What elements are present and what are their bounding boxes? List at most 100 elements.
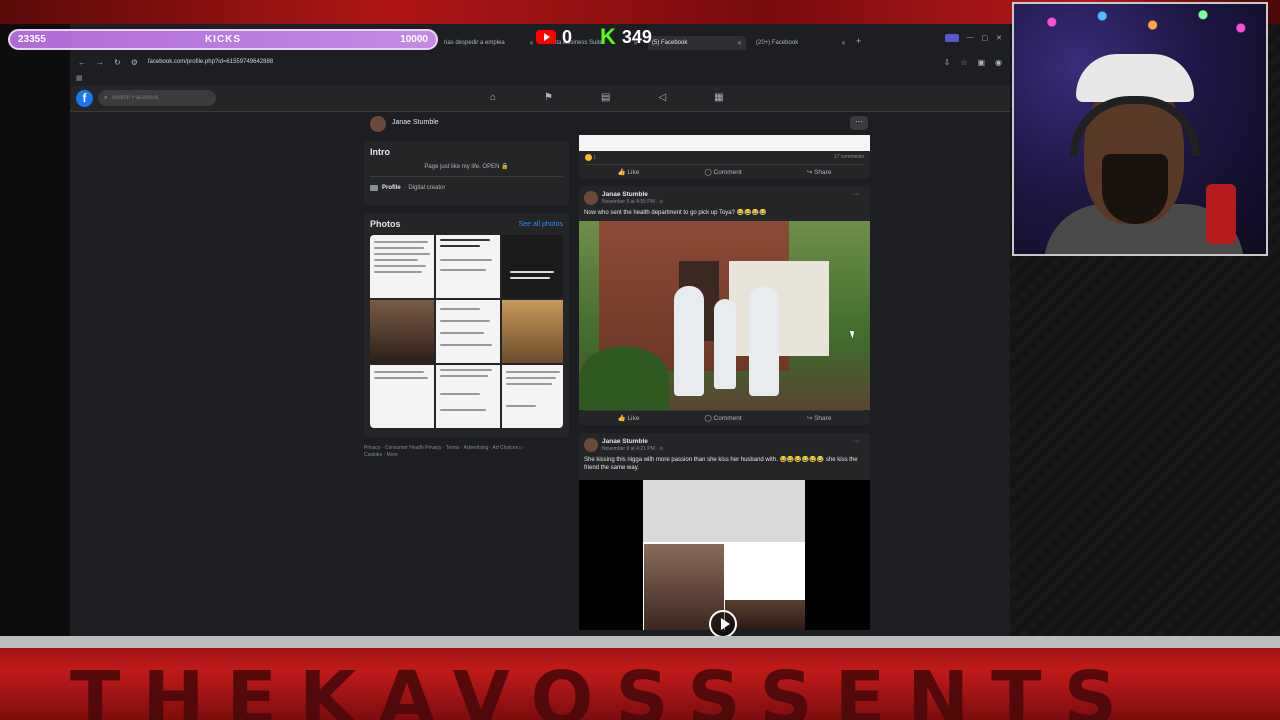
photo-thumbnail[interactable] xyxy=(502,365,563,428)
kick-icon: K xyxy=(600,24,616,49)
close-icon[interactable]: ✕ xyxy=(529,40,534,47)
new-tab-icon[interactable]: + xyxy=(856,36,861,50)
avatar[interactable] xyxy=(370,116,386,132)
apps-grid-icon[interactable]: ▦ xyxy=(76,74,83,82)
photo-thumbnail[interactable] xyxy=(502,235,563,298)
browser-tab[interactable]: rias despedir a emplea ✕ xyxy=(440,36,538,50)
footer-line[interactable]: Privacy · Consumer Health Privacy · Term… xyxy=(364,445,569,452)
posts-feed: 1 17 comments 👍 Like ◯ Comment ↪ Share J… xyxy=(579,135,870,636)
post-video[interactable] xyxy=(579,480,870,636)
forward-icon[interactable]: → xyxy=(96,58,104,67)
extensions-icon[interactable]: ▣ xyxy=(977,58,985,67)
like-icon: 👍 xyxy=(617,415,626,422)
kicks-goal-bar: 23355 KICKS 10000 xyxy=(8,29,438,50)
share-button[interactable]: ↪ Share xyxy=(807,414,832,422)
close-window-icon[interactable]: ✕ xyxy=(996,34,1002,42)
photo-thumbnail[interactable] xyxy=(370,300,434,363)
photo-thumbnail[interactable] xyxy=(370,235,434,298)
browser-tab-active[interactable]: (5) Facebook ✕ xyxy=(648,36,746,50)
intro-title: Intro xyxy=(370,147,390,157)
avatar[interactable] xyxy=(584,438,598,452)
post-text: She kissing this nigga with more passion… xyxy=(584,457,858,471)
maximize-icon[interactable]: ▢ xyxy=(982,34,989,42)
headset-icon xyxy=(1070,96,1200,156)
like-button[interactable]: 👍 Like xyxy=(618,168,640,176)
search-box[interactable]: ⌕ xyxy=(98,90,216,106)
profile-icon[interactable]: ◉ xyxy=(995,58,1002,67)
post-image[interactable] xyxy=(579,221,870,410)
more-options-button[interactable]: ··· xyxy=(850,116,868,130)
hazmat-figure xyxy=(749,286,779,396)
briefcase-icon xyxy=(370,185,378,191)
site-info-icon[interactable]: ⚙ xyxy=(131,58,138,67)
megaphone-icon[interactable]: ◁ xyxy=(658,92,666,103)
post-card: 1 17 comments 👍 Like ◯ Comment ↪ Share xyxy=(579,135,870,178)
post-timestamp[interactable]: November 9 at 4:21 PM · ⊙ xyxy=(602,446,663,452)
intro-category: Profile · Digital creator xyxy=(370,185,563,191)
footer-line[interactable]: Cookies · More xyxy=(364,452,569,459)
reload-icon[interactable]: ↻ xyxy=(114,58,121,67)
minimize-icon[interactable]: — xyxy=(967,34,974,42)
post-actions: 👍 Like ◯ Comment ↪ Share xyxy=(585,410,864,425)
video-header-area xyxy=(643,480,805,542)
comment-button[interactable]: ◯ Comment xyxy=(704,414,741,422)
photos-header: Photos See all photos xyxy=(370,219,563,229)
overlay-brand-text: THEKAVOSSSENTS xyxy=(70,656,1139,720)
home-icon[interactable]: ⌂ xyxy=(490,92,496,103)
bookmark-star-icon[interactable]: ☆ xyxy=(960,58,967,67)
browser-window: rias despedir a emplea ✕ Meta Business Su… xyxy=(70,24,1010,636)
profile-header-bar: Janae Stumble ··· xyxy=(70,113,1010,135)
close-icon[interactable]: ✕ xyxy=(737,40,742,47)
photo-thumbnail[interactable] xyxy=(436,300,500,363)
avatar[interactable] xyxy=(584,191,598,205)
see-all-photos-link[interactable]: See all photos xyxy=(519,221,563,228)
window-controls: — ▢ ✕ xyxy=(944,34,1002,42)
post-image[interactable] xyxy=(579,135,870,151)
share-icon: ↪ xyxy=(806,415,813,422)
photo-thumbnail[interactable] xyxy=(436,235,500,298)
post-more-icon[interactable]: ··· xyxy=(853,438,860,445)
youtube-icon xyxy=(536,30,556,44)
play-icon[interactable] xyxy=(709,610,737,636)
photo-thumbnail[interactable] xyxy=(502,300,563,363)
post-author[interactable]: Janae Stumble xyxy=(602,438,663,445)
reaction-summary: 1 17 comments xyxy=(579,151,870,164)
like-button[interactable]: 👍 Like xyxy=(618,414,640,422)
reaction-count-wrap[interactable]: 1 xyxy=(585,154,596,161)
browser-tab[interactable]: (20+) Facebook ✕ xyxy=(752,36,850,50)
facebook-logo-icon[interactable]: f xyxy=(76,90,93,107)
facebook-navbar: f ⌕ ⌂ ⚑ ▤ ◁ ▦ xyxy=(70,86,1010,112)
photos-card: Photos See all photos xyxy=(364,213,569,437)
comment-label: Comment xyxy=(713,415,742,422)
streamer-beard xyxy=(1102,154,1168,224)
photo-thumbnail[interactable] xyxy=(370,365,434,428)
post-text: Now who sent the health department to go… xyxy=(584,210,767,216)
install-icon[interactable]: ⇩ xyxy=(944,58,951,67)
comment-count[interactable]: 17 comments xyxy=(834,154,864,161)
marketplace-icon[interactable]: ▤ xyxy=(601,92,610,103)
youtube-count: 0 xyxy=(562,26,573,47)
streamer-cap xyxy=(1076,54,1194,102)
profile-name[interactable]: Janae Stumble xyxy=(392,119,439,126)
webcam-feed xyxy=(1012,2,1268,256)
url-field[interactable]: facebook.com/profile.php?id=615597496428… xyxy=(148,59,273,65)
share-button[interactable]: ↪ Share xyxy=(807,168,832,176)
close-icon[interactable]: ✕ xyxy=(841,40,846,47)
ai-assistant-icon[interactable] xyxy=(944,34,959,42)
back-icon[interactable]: ← xyxy=(78,58,86,67)
post-timestamp[interactable]: November 9 at 4:55 PM · ⊙ xyxy=(602,199,663,205)
goal-title: KICKS xyxy=(204,34,242,45)
footer-links: Privacy · Consumer Health Privacy · Term… xyxy=(364,445,569,459)
like-icon: 👍 xyxy=(617,169,626,176)
comment-button[interactable]: ◯ Comment xyxy=(704,168,741,176)
search-input[interactable] xyxy=(111,95,202,101)
tab-label: (20+) Facebook xyxy=(756,40,799,46)
share-label: Share xyxy=(814,169,832,176)
hazmat-figure xyxy=(674,286,704,396)
post-author[interactable]: Janae Stumble xyxy=(602,191,663,198)
overlay-divider xyxy=(0,636,1280,648)
flag-icon[interactable]: ⚑ xyxy=(544,92,553,103)
post-more-icon[interactable]: ··· xyxy=(853,191,860,198)
calendar-icon[interactable]: ▦ xyxy=(714,92,723,103)
photo-thumbnail[interactable] xyxy=(436,365,500,428)
